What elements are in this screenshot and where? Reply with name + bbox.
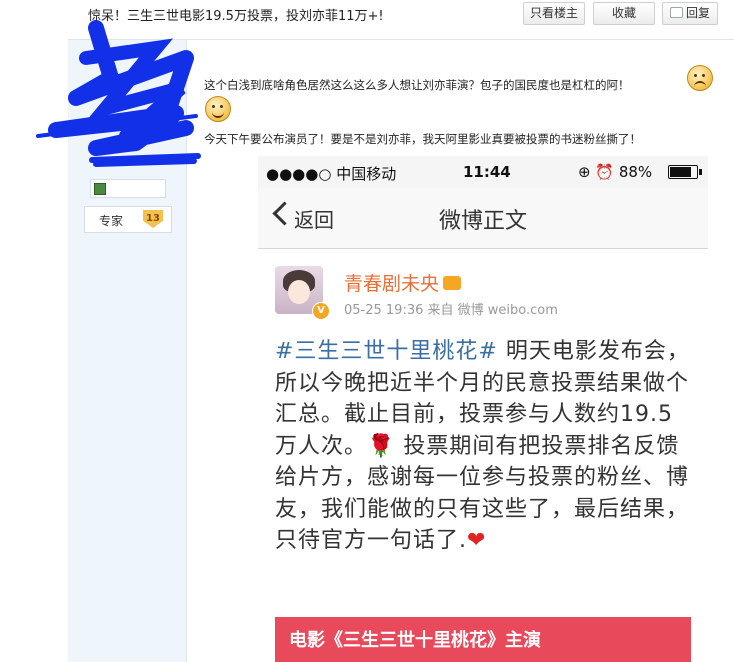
weibo-body-text: #三生三世十里桃花# 明天电影发布会，所以今晚把近半个月的民意投票结果做个汇总。… xyxy=(275,336,695,557)
grinning-face-emoji-icon xyxy=(205,96,231,122)
post-text-line-1: 这个白浅到底啥角色居然这么这么多人想让刘亦菲演？包子的国民度也是杠杠的阿！ xyxy=(204,78,630,92)
lock-rotation-icon: ⊕ xyxy=(578,163,591,181)
rose-emoji-icon: 🌹 xyxy=(367,433,396,459)
vip-crown-icon xyxy=(443,276,462,290)
expert-badge[interactable]: 专家 13 xyxy=(84,206,172,233)
battery-percent: 88% xyxy=(618,163,653,181)
alarm-icon: ⏰ xyxy=(595,163,615,181)
level-icon xyxy=(94,183,106,195)
reply-button[interactable]: 回复 xyxy=(662,2,718,25)
redacted-nickname-scribble xyxy=(89,153,201,167)
reply-icon xyxy=(669,7,683,18)
expert-label: 专家 xyxy=(99,214,124,228)
weibo-author: 青春剧未央 xyxy=(344,269,462,296)
cast-vote-banner: 电影《三生三世十里桃花》主演 xyxy=(275,617,691,662)
battery-icon xyxy=(668,165,702,179)
hashtag-link: #三生三世十里桃花# xyxy=(275,339,498,364)
user-level-badge xyxy=(90,179,166,198)
phone-status-bar: ●●●●○ 中国移动 11:44 ⊕ ⏰ 88% xyxy=(258,156,708,188)
only-author-button[interactable]: 只看楼主 xyxy=(523,2,585,25)
expert-level-shield-icon: 13 xyxy=(143,210,163,228)
post-meta: 05-25 19:36 来自 微博 weibo.com xyxy=(344,303,558,318)
status-time: 11:44 xyxy=(463,163,511,181)
heart-emoji-icon: ❤ xyxy=(467,528,487,553)
carrier-label: ●●●●○ 中国移动 xyxy=(266,165,397,183)
angry-face-emoji-icon xyxy=(687,65,713,91)
redacted-username-scribble xyxy=(36,20,198,156)
weibo-page-title: 微博正文 xyxy=(438,209,527,234)
verified-badge-icon: V xyxy=(312,302,330,320)
reply-button-label: 回复 xyxy=(685,6,710,20)
status-icons: ⊕ ⏰ 88% xyxy=(578,163,652,181)
post-text-line-2: 今天下午要公布演员了！要是不是刘亦菲，我天阿里影业真要被投票的书迷粉丝撕了！ xyxy=(204,132,641,146)
weibo-screenshot-image: ●●●●○ 中国移动 11:44 ⊕ ⏰ 88% 返回 微博正文 V 青春剧未央… xyxy=(258,156,708,662)
favorite-button[interactable]: 收藏 xyxy=(593,2,655,25)
weibo-nav-bar: 返回 微博正文 xyxy=(258,188,708,249)
banner-title: 电影《三生三世十里桃花》主演 xyxy=(289,630,541,651)
weibo-post-card: V 青春剧未央 05-25 19:36 来自 微博 weibo.com #三生三… xyxy=(258,249,708,662)
author-name: 青春剧未央 xyxy=(344,273,440,295)
